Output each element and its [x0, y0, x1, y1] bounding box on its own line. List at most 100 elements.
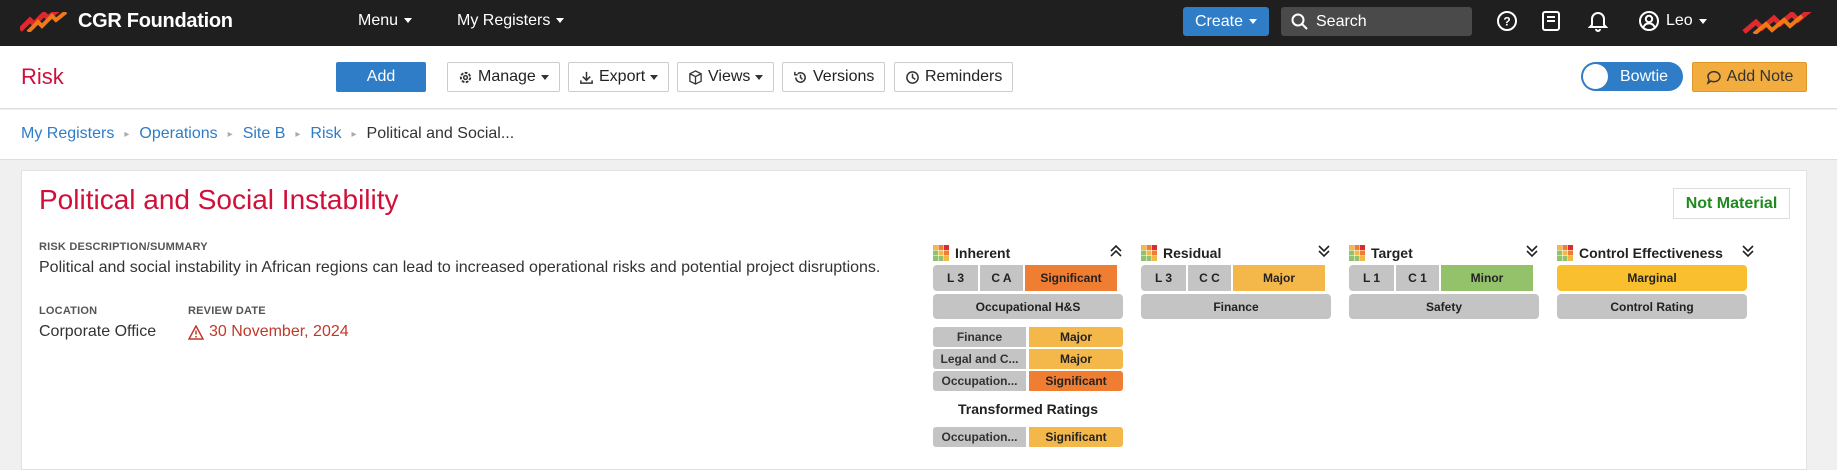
- residual-category: Finance: [1141, 294, 1331, 319]
- views-button[interactable]: Views: [677, 62, 775, 92]
- risk-description: Political and social instability in Afri…: [39, 259, 881, 276]
- residual-title: Residual: [1163, 245, 1222, 261]
- versions-button[interactable]: Versions: [782, 62, 886, 92]
- inherent-rating-row: L 3 C A Significant: [933, 265, 1123, 291]
- manage-button[interactable]: Manage: [447, 62, 560, 92]
- user-icon: [1639, 11, 1659, 31]
- heatmap-grid-icon: [933, 245, 949, 261]
- chevron-double-down-icon[interactable]: [1525, 244, 1539, 258]
- export-label: Export: [599, 68, 646, 85]
- detail-name: Finance: [933, 327, 1026, 347]
- toggle-knob: [1583, 64, 1608, 89]
- views-label: Views: [708, 68, 751, 85]
- add-note-button[interactable]: Add Note: [1692, 62, 1807, 92]
- breadcrumb-risk[interactable]: Risk: [310, 125, 341, 143]
- residual-header[interactable]: Residual: [1141, 242, 1331, 264]
- comment-icon: [1706, 70, 1721, 85]
- review-date-text: 30 November, 2024: [209, 323, 349, 340]
- control-effectiveness-header[interactable]: Control Effectiveness: [1557, 242, 1754, 264]
- add-note-label: Add Note: [1726, 68, 1794, 85]
- breadcrumb-separator-icon: ▸: [295, 128, 301, 140]
- chevron-double-up-icon[interactable]: [1109, 244, 1123, 258]
- breadcrumb-site-b[interactable]: Site B: [243, 125, 286, 143]
- control-level-cell: Marginal: [1557, 265, 1747, 291]
- book-icon[interactable]: [1541, 10, 1561, 32]
- versions-label: Versions: [813, 68, 875, 85]
- bowtie-toggle[interactable]: Bowtie: [1581, 62, 1683, 91]
- cube-icon: [689, 69, 702, 85]
- chevron-double-down-icon[interactable]: [1741, 244, 1755, 258]
- chevron-down-icon: [650, 74, 659, 80]
- reminders-button[interactable]: Reminders: [894, 62, 1014, 92]
- bell-icon[interactable]: [1588, 10, 1608, 32]
- inherent-panel: Inherent L 3 C A Significant Occupationa…: [933, 242, 1123, 447]
- detail-name: Occupation...: [933, 371, 1026, 391]
- chevron-double-down-icon[interactable]: [1317, 244, 1331, 258]
- help-icon[interactable]: ?: [1496, 10, 1518, 32]
- target-panel: Target L 1 C 1 Minor Safety: [1349, 242, 1539, 319]
- review-date-label: REVIEW DATE: [188, 305, 266, 317]
- target-header[interactable]: Target: [1349, 242, 1539, 264]
- breadcrumb-bar: My Registers ▸ Operations ▸ Site B ▸ Ris…: [0, 110, 1837, 160]
- brand-name: CGR Foundation: [78, 10, 233, 32]
- breadcrumb-operations[interactable]: Operations: [139, 125, 217, 143]
- menu-dropdown[interactable]: Menu: [358, 12, 413, 30]
- rating-level-cell: Major: [1233, 265, 1325, 291]
- risk-card: Political and Social Instability Not Mat…: [21, 170, 1807, 470]
- consequence-cell: C C: [1188, 265, 1231, 291]
- user-name: Leo: [1666, 12, 1693, 29]
- gear-icon: [459, 71, 472, 83]
- detail-name: Legal and C...: [933, 349, 1026, 369]
- rating-level-cell: Significant: [1025, 265, 1117, 291]
- transformed-name: Occupation...: [933, 427, 1026, 447]
- warning-icon: [188, 324, 204, 340]
- export-button[interactable]: Export: [568, 62, 670, 92]
- consequence-cell: C A: [980, 265, 1023, 291]
- search-icon: [1291, 13, 1308, 30]
- target-rating-row: L 1 C 1 Minor: [1349, 265, 1539, 291]
- page-header: Risk Add Manage Export Views Versions Re…: [0, 46, 1837, 109]
- partner-logo-icon: [1742, 12, 1812, 34]
- heatmap-grid-icon: [1141, 245, 1157, 261]
- history-icon: [794, 71, 806, 83]
- manage-label: Manage: [478, 68, 536, 85]
- add-button[interactable]: Add: [336, 62, 426, 92]
- download-icon: [580, 71, 593, 84]
- control-effectiveness-panel: Control Effectiveness Marginal Control R…: [1557, 242, 1754, 319]
- breadcrumb-separator-icon: ▸: [351, 128, 357, 140]
- control-category: Control Rating: [1557, 294, 1747, 319]
- target-category: Safety: [1349, 294, 1539, 319]
- my-registers-dropdown[interactable]: My Registers: [457, 12, 565, 30]
- location-label: LOCATION: [39, 305, 98, 317]
- chevron-down-icon: [540, 74, 549, 80]
- inherent-header[interactable]: Inherent: [933, 242, 1123, 264]
- create-label: Create: [1194, 12, 1244, 30]
- clock-icon: [906, 70, 919, 84]
- residual-panel: Residual L 3 C C Major Finance: [1141, 242, 1331, 319]
- review-date-value: 30 November, 2024: [188, 323, 349, 341]
- user-menu[interactable]: Leo: [1638, 10, 1707, 32]
- my-registers-label: My Registers: [457, 12, 551, 29]
- transformed-row: Occupation... Significant: [933, 427, 1123, 447]
- control-effectiveness-title: Control Effectiveness: [1579, 245, 1723, 261]
- materiality-badge: Not Material: [1673, 188, 1790, 219]
- breadcrumb-my-registers[interactable]: My Registers: [21, 125, 114, 143]
- create-button[interactable]: Create: [1183, 7, 1269, 36]
- location-value: Corporate Office: [39, 323, 157, 340]
- breadcrumb: My Registers ▸ Operations ▸ Site B ▸ Ris…: [21, 125, 514, 143]
- detail-level: Major: [1029, 349, 1123, 369]
- bowtie-label: Bowtie: [1620, 67, 1669, 85]
- consequence-cell: C 1: [1396, 265, 1439, 291]
- search-input[interactable]: Search: [1281, 7, 1472, 36]
- chevron-down-icon: [1249, 19, 1258, 24]
- risk-title: Political and Social Instability: [39, 184, 399, 215]
- likelihood-cell: L 3: [1141, 265, 1186, 291]
- chevron-down-icon: [755, 74, 764, 80]
- breadcrumb-current: Political and Social...: [366, 125, 515, 142]
- page-title: Risk: [21, 64, 64, 89]
- detail-level: Major: [1029, 327, 1123, 347]
- chevron-down-icon: [404, 18, 413, 24]
- breadcrumb-separator-icon: ▸: [227, 128, 233, 140]
- menu-label: Menu: [358, 12, 399, 29]
- brand-logo[interactable]: CGR Foundation: [20, 10, 233, 33]
